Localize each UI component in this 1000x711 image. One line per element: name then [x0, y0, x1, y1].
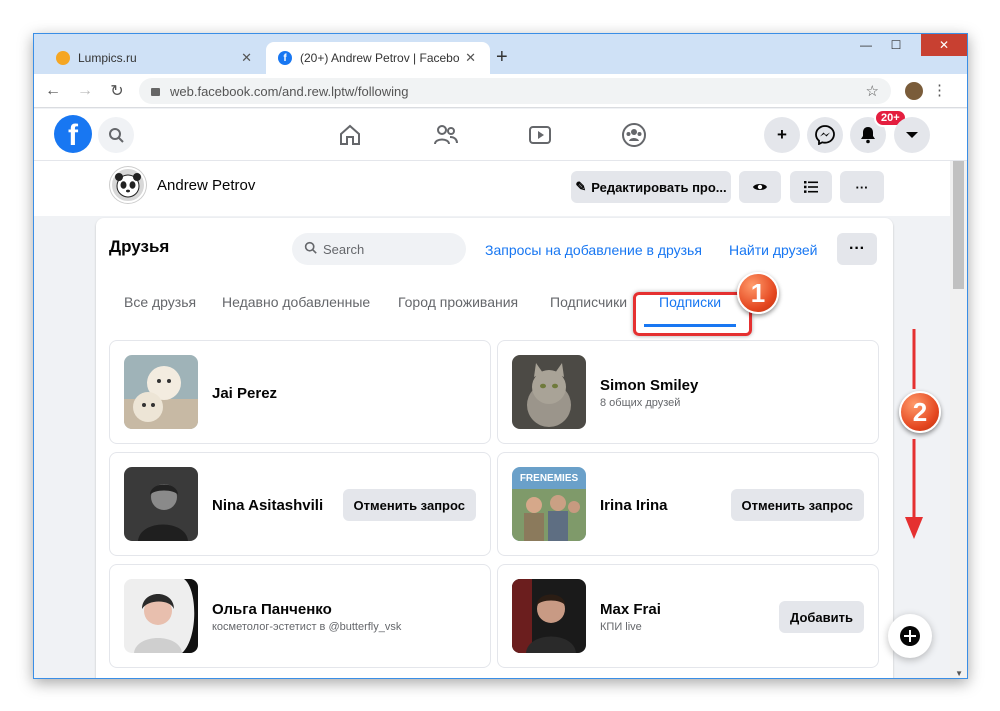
person-card[interactable]: Ольга Панченко косметолог-эстетист в @bu…	[109, 564, 491, 668]
new-tab-button[interactable]: +	[496, 46, 508, 69]
person-card[interactable]: FRENEMIES Irina Irina Отменить запрос	[497, 452, 879, 556]
person-card[interactable]: Jai Perez	[109, 340, 491, 444]
profile-name[interactable]: Andrew Petrov	[157, 177, 255, 194]
page-scrollbar[interactable]: ▲ ▼	[950, 161, 967, 678]
pencil-icon: ✎	[575, 179, 587, 194]
close-window-button[interactable]: ✕	[921, 34, 967, 56]
poster-caption: FRENEMIES	[520, 473, 579, 484]
friends-title: Друзья	[109, 237, 170, 256]
friend-requests-link[interactable]: Запросы на добавление в друзья	[485, 242, 702, 258]
person-name[interactable]: Nina Asitashvili	[212, 497, 323, 514]
scroll-down-arrow-annotation-icon	[905, 329, 923, 539]
person-photo[interactable]	[512, 579, 586, 653]
browser-profile-avatar[interactable]	[905, 82, 923, 100]
person-name[interactable]: Simon Smiley	[600, 377, 698, 394]
friends-more-button[interactable]: ···	[837, 233, 877, 265]
tab-current-city[interactable]: Город проживания	[398, 294, 518, 310]
lumpics-favicon-icon	[56, 51, 70, 65]
friends-search-input[interactable]: Search	[292, 233, 466, 265]
mutual-friends-count[interactable]: 8 общих друзей	[600, 397, 680, 409]
person-name[interactable]: Jai Perez	[212, 385, 277, 402]
person-card[interactable]: Nina Asitashvili Отменить запрос	[109, 452, 491, 556]
close-tab-icon[interactable]: ✕	[465, 50, 476, 66]
close-tab-icon[interactable]: ✕	[241, 50, 252, 66]
cancel-request-button[interactable]: Отменить запрос	[342, 489, 476, 521]
forward-arrow-icon[interactable]: →	[72, 82, 98, 100]
browser-tab-facebook[interactable]: f (20+) Andrew Petrov | Facebook ✕	[266, 42, 490, 74]
person-name[interactable]: Max Frai	[600, 601, 661, 618]
scroll-down-arrow-icon[interactable]: ▼	[955, 669, 963, 678]
edit-profile-button[interactable]: ✎ Редактировать про...	[571, 171, 731, 203]
caret-down-icon	[906, 132, 918, 138]
person-subtitle[interactable]: косметолог-эстетист в @butterfly_vsk	[212, 621, 401, 633]
profile-more-button[interactable]: ···	[840, 171, 884, 203]
browser-titlebar: Lumpics.ru ✕ f (20+) Andrew Petrov | Fac…	[34, 34, 967, 74]
facebook-header: f + 20+	[34, 109, 967, 161]
tab-label: (20+) Andrew Petrov | Facebook	[300, 51, 460, 65]
facebook-favicon-icon: f	[278, 51, 292, 65]
browser-toolbar: ← → ↻ web.facebook.com/and.rew.lptw/foll…	[34, 74, 967, 108]
facebook-search-icon[interactable]	[98, 117, 134, 153]
edit-profile-label: Редактировать про...	[591, 179, 727, 195]
browser-window: Lumpics.ru ✕ f (20+) Andrew Petrov | Fac…	[33, 33, 968, 679]
messenger-icon	[815, 125, 835, 145]
panda-avatar-icon	[115, 173, 141, 198]
browser-menu-icon[interactable]: ⋮	[932, 81, 947, 99]
reload-icon[interactable]: ↻	[104, 81, 130, 101]
address-bar[interactable]: web.facebook.com/and.rew.lptw/following …	[139, 78, 891, 104]
url-text: web.facebook.com/and.rew.lptw/following	[170, 83, 409, 99]
friends-icon[interactable]	[432, 121, 460, 149]
profile-avatar[interactable]	[110, 167, 146, 203]
minimize-button[interactable]: —	[851, 34, 881, 56]
eye-icon	[753, 184, 767, 190]
step-1-badge: 1	[737, 272, 779, 314]
maximize-button[interactable]: ☐	[881, 34, 911, 56]
person-photo[interactable]	[124, 467, 198, 541]
person-photo[interactable]	[512, 355, 586, 429]
tab-followers[interactable]: Подписчики	[550, 294, 627, 310]
person-card[interactable]: Max Frai КПИ live Добавить	[497, 564, 879, 668]
add-friend-button[interactable]: Добавить	[779, 601, 864, 633]
messenger-button[interactable]	[807, 117, 843, 153]
back-arrow-icon[interactable]: ←	[40, 82, 66, 100]
new-message-button[interactable]	[888, 614, 932, 658]
create-button[interactable]: +	[764, 117, 800, 153]
browser-tab-lumpics[interactable]: Lumpics.ru ✕	[44, 42, 266, 74]
plus-icon: +	[777, 125, 787, 144]
tab-label: Lumpics.ru	[78, 51, 137, 65]
bookmark-star-icon[interactable]: ☆	[866, 82, 879, 100]
facebook-logo-icon[interactable]: f	[54, 115, 92, 153]
groups-icon[interactable]	[620, 121, 648, 149]
person-photo[interactable]	[124, 355, 198, 429]
person-name[interactable]: Irina Irina	[600, 497, 668, 514]
tab-all-friends[interactable]: Все друзья	[124, 294, 196, 310]
find-friends-link[interactable]: Найти друзей	[729, 242, 818, 258]
person-photo[interactable]	[124, 579, 198, 653]
activity-log-button[interactable]	[790, 171, 832, 203]
person-name[interactable]: Ольга Панченко	[212, 601, 332, 618]
more-dots-icon: ···	[855, 179, 869, 195]
search-placeholder: Search	[323, 241, 365, 257]
view-as-button[interactable]	[739, 171, 781, 203]
compose-plus-icon	[900, 626, 920, 646]
list-icon	[804, 181, 818, 193]
bell-icon	[861, 127, 875, 144]
account-menu-button[interactable]	[894, 117, 930, 153]
person-subtitle[interactable]: КПИ live	[600, 621, 642, 633]
person-card[interactable]: Simon Smiley 8 общих друзей	[497, 340, 879, 444]
tab-recently-added[interactable]: Недавно добавленные	[222, 294, 370, 310]
home-icon[interactable]	[336, 121, 364, 149]
person-photo[interactable]: FRENEMIES	[512, 467, 586, 541]
step-1-highlight-box	[633, 292, 752, 336]
search-icon	[304, 241, 317, 257]
scrollbar-thumb[interactable]	[953, 161, 964, 289]
profile-header-strip: Andrew Petrov ✎ Редактировать про... ···	[34, 161, 967, 216]
cancel-request-button[interactable]: Отменить запрос	[730, 489, 864, 521]
watch-icon[interactable]	[526, 121, 554, 149]
lock-icon	[151, 88, 160, 96]
